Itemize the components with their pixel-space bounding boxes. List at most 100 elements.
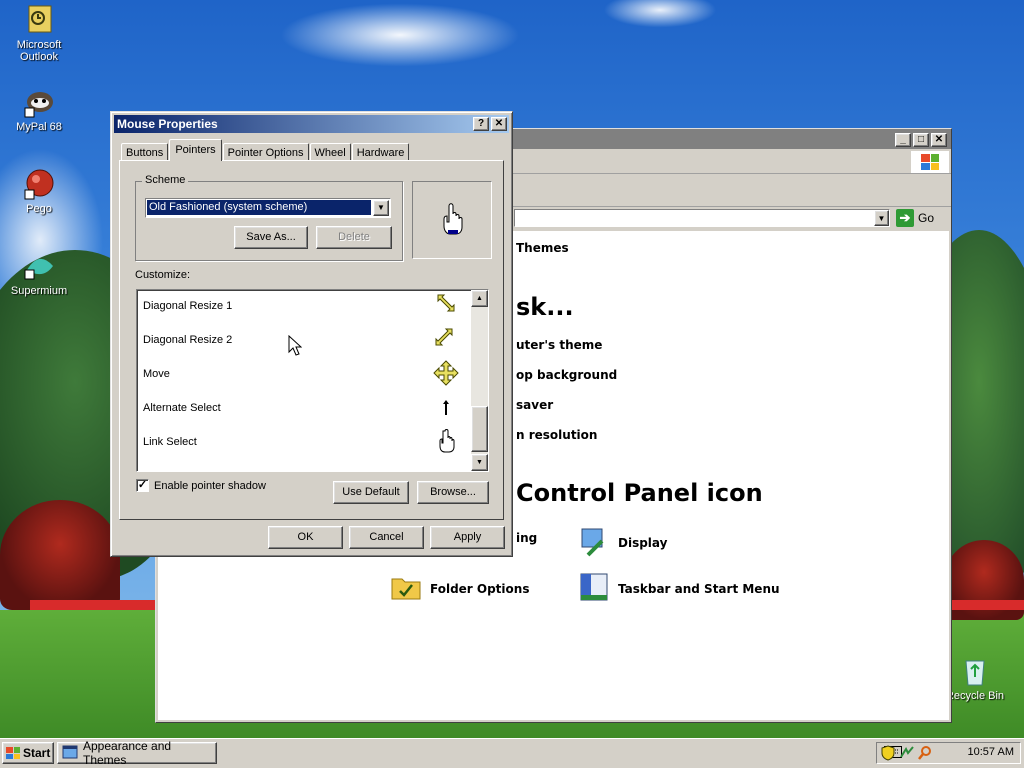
- pointers-tab-panel: Scheme Old Fashioned (system scheme) ▼ S…: [119, 160, 504, 520]
- chevron-down-icon[interactable]: ▼: [373, 200, 389, 216]
- clock[interactable]: 10:57 AM: [968, 746, 1014, 758]
- diagonal-resize-2-icon: [433, 326, 459, 352]
- tab-hardware[interactable]: Hardware: [351, 143, 410, 161]
- flowers-left: [30, 600, 160, 610]
- dialog-controls: ? ✕: [473, 117, 507, 131]
- customize-label: Customize:: [135, 269, 191, 281]
- cp-item-taskbar-start-menu[interactable]: Taskbar and Start Menu: [578, 571, 780, 606]
- folder-options-icon: [390, 571, 422, 606]
- scroll-up-button[interactable]: ▲: [471, 290, 488, 307]
- desktop-icon-mypal[interactable]: MyPal 68: [4, 86, 74, 133]
- ok-button[interactable]: OK: [268, 526, 343, 549]
- list-item-label: Link Select: [143, 436, 197, 448]
- windows-flag-icon: [6, 747, 20, 759]
- desktop-icon-label: Outlook: [20, 51, 58, 63]
- scheme-value: Old Fashioned (system scheme): [147, 200, 371, 215]
- pointer-list[interactable]: Diagonal Resize 1 Diagonal Resize 2 Move…: [136, 289, 489, 472]
- list-item[interactable]: Move: [143, 358, 463, 392]
- minimize-button[interactable]: _: [895, 133, 911, 147]
- themes-link[interactable]: Themes: [516, 241, 569, 255]
- task-link[interactable]: saver: [516, 398, 553, 412]
- window-controls: _ □ ✕: [895, 133, 947, 147]
- cancel-button[interactable]: Cancel: [349, 526, 424, 549]
- list-item-label: Diagonal Resize 2: [143, 334, 233, 346]
- address-input[interactable]: ▼: [514, 209, 890, 227]
- scheme-select[interactable]: Old Fashioned (system scheme) ▼: [145, 198, 391, 218]
- windows-logo-icon: [911, 151, 949, 173]
- apply-button[interactable]: Apply: [430, 526, 505, 549]
- desktop-icon-label: Pego: [26, 203, 52, 215]
- display-icon: [578, 525, 610, 560]
- scheme-label: Scheme: [142, 174, 189, 186]
- use-default-button[interactable]: Use Default: [333, 481, 409, 504]
- taskbar-item-appearance-themes[interactable]: Appearance and Themes: [57, 739, 217, 767]
- delete-button[interactable]: Delete: [316, 226, 392, 249]
- mypal-icon: [23, 86, 55, 118]
- enable-pointer-shadow[interactable]: ✓ Enable pointer shadow: [136, 479, 266, 492]
- link-select-icon: [433, 428, 459, 454]
- search-icon[interactable]: [917, 745, 933, 764]
- maximize-button[interactable]: □: [913, 133, 929, 147]
- cp-item-folder-options[interactable]: Folder Options: [390, 571, 529, 606]
- dialog-titlebar[interactable]: Mouse Properties ? ✕: [114, 115, 509, 133]
- enable-pointer-shadow-checkbox[interactable]: ✓: [136, 479, 149, 492]
- cp-item-label: Folder Options: [430, 581, 530, 596]
- scheme-group: Scheme Old Fashioned (system scheme) ▼ S…: [135, 174, 403, 261]
- hand-pointer-icon: [443, 203, 463, 235]
- network-icon[interactable]: [899, 745, 915, 764]
- tab-wheel[interactable]: Wheel: [309, 143, 351, 161]
- task-link[interactable]: op background: [516, 368, 617, 382]
- dialog-title: Mouse Properties: [117, 117, 218, 131]
- list-item[interactable]: Diagonal Resize 2: [143, 324, 463, 358]
- list-scrollbar[interactable]: ▲ ▼: [471, 290, 488, 471]
- desktop-icon-outlook[interactable]: Microsoft Outlook: [4, 4, 74, 63]
- close-button[interactable]: ✕: [491, 117, 507, 131]
- scroll-down-button[interactable]: ▼: [471, 454, 488, 471]
- desktop-icon-pego[interactable]: Pego: [4, 168, 74, 215]
- enable-pointer-shadow-label: Enable pointer shadow: [154, 479, 266, 492]
- list-item-label: Diagonal Resize 1: [143, 300, 233, 312]
- move-icon: [433, 360, 459, 386]
- go-label: Go: [918, 211, 935, 225]
- cp-item-label: Display: [618, 535, 668, 550]
- system-tray: 10:57 AM: [876, 742, 1021, 764]
- list-item-label: Alternate Select: [143, 402, 221, 414]
- task-link[interactable]: n resolution: [516, 428, 597, 442]
- desktop-icon-label: Supermium: [10, 285, 68, 297]
- pointer-preview: [412, 181, 492, 259]
- taskbar-start-menu-icon: [578, 571, 610, 606]
- tab-pointers[interactable]: Pointers: [169, 139, 222, 161]
- control-panel-icon: [62, 744, 78, 763]
- flowers-right: [944, 600, 1024, 610]
- tab-strip: Buttons Pointers Pointer Options Wheel H…: [121, 139, 410, 161]
- desktop-icon-label: MyPal 68: [16, 121, 62, 133]
- outlook-icon: [23, 4, 55, 36]
- desktop-icon-supermium[interactable]: Supermium: [4, 250, 74, 297]
- tab-pointer-options[interactable]: Pointer Options: [222, 143, 309, 161]
- taskbar-item-label: Appearance and Themes: [83, 739, 172, 767]
- task-link[interactable]: uter's theme: [516, 338, 602, 352]
- list-item[interactable]: Link Select: [143, 426, 463, 460]
- alternate-select-icon: [433, 394, 459, 420]
- list-item[interactable]: Diagonal Resize 1: [143, 290, 463, 324]
- supermium-icon: [23, 250, 55, 282]
- go-button[interactable]: ➔ Go: [896, 209, 934, 227]
- desktop-icon-label: Microsoft: [16, 39, 62, 51]
- start-button[interactable]: Start: [2, 742, 54, 764]
- security-shield-icon[interactable]: [881, 745, 895, 764]
- tab-buttons[interactable]: Buttons: [121, 143, 169, 161]
- list-item[interactable]: Alternate Select: [143, 392, 463, 426]
- start-label: Start: [23, 746, 51, 760]
- address-dropdown-button[interactable]: ▼: [874, 210, 889, 226]
- save-as-button[interactable]: Save As...: [234, 226, 308, 249]
- mouse-cursor-icon: [288, 334, 303, 360]
- cp-item-display[interactable]: Display: [578, 525, 667, 560]
- help-button[interactable]: ?: [473, 117, 489, 131]
- list-item-label: Move: [143, 368, 170, 380]
- browse-button[interactable]: Browse...: [417, 481, 489, 504]
- cp-item-accessibility[interactable]: ing: [516, 531, 537, 545]
- pick-icon-heading: Control Panel icon: [516, 479, 763, 507]
- cp-item-label: Taskbar and Start Menu: [618, 581, 780, 596]
- close-button[interactable]: ✕: [931, 133, 947, 147]
- scroll-thumb[interactable]: [471, 406, 488, 452]
